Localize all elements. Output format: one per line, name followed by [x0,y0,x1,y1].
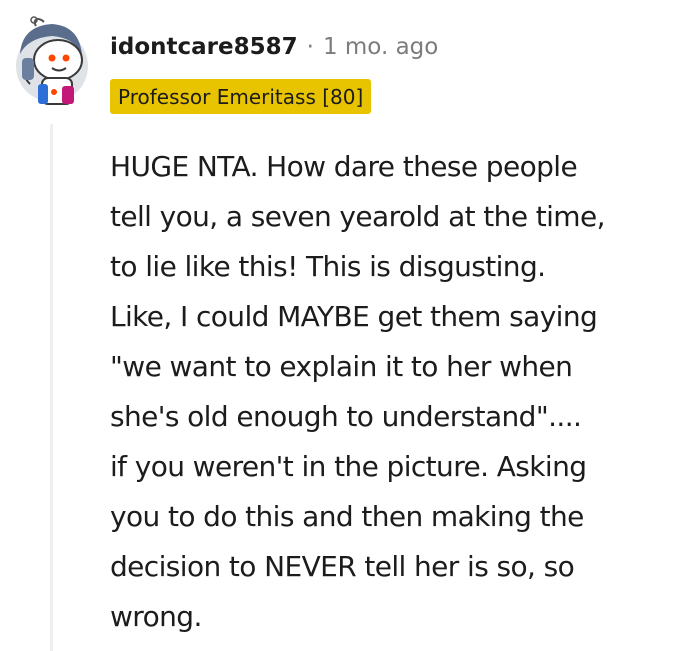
comment-body-line: if you weren't in the picture. Asking [110,450,587,483]
thread-collapse-line[interactable] [50,124,53,651]
comment-body: HUGE NTA. How dare these people tell you… [110,142,695,642]
user-flair[interactable]: Professor Emeritass [80] [110,79,372,114]
timestamp-link[interactable]: 1 mo. ago [323,34,438,60]
comment-body-line: "we want to explain it to her when [110,350,573,383]
comment-body-line: you to do this and then making the [110,500,584,533]
comment-body-line: wrong. [110,600,202,633]
comment-body-line: HUGE NTA. How dare these people [110,150,578,183]
comment-meta: idontcare8587 · 1 mo. ago [110,30,438,64]
username-link[interactable]: idontcare8587 [110,34,298,60]
meta-separator: · [306,34,314,60]
comment-body-line: Like, I could MAYBE get them saying [110,300,598,333]
snoo-astronaut-avatar-icon[interactable] [14,14,90,106]
comment-body-line: to lie like this! This is disgusting. [110,250,546,283]
comment-body-line: decision to NEVER tell her is so, so [110,550,575,583]
comment-body-line: tell you, a seven yearold at the time, [110,200,606,233]
comment-body-line: she's old enough to understand".... [110,400,582,433]
comment: idontcare8587 · 1 mo. ago Professor Emer… [0,0,700,651]
